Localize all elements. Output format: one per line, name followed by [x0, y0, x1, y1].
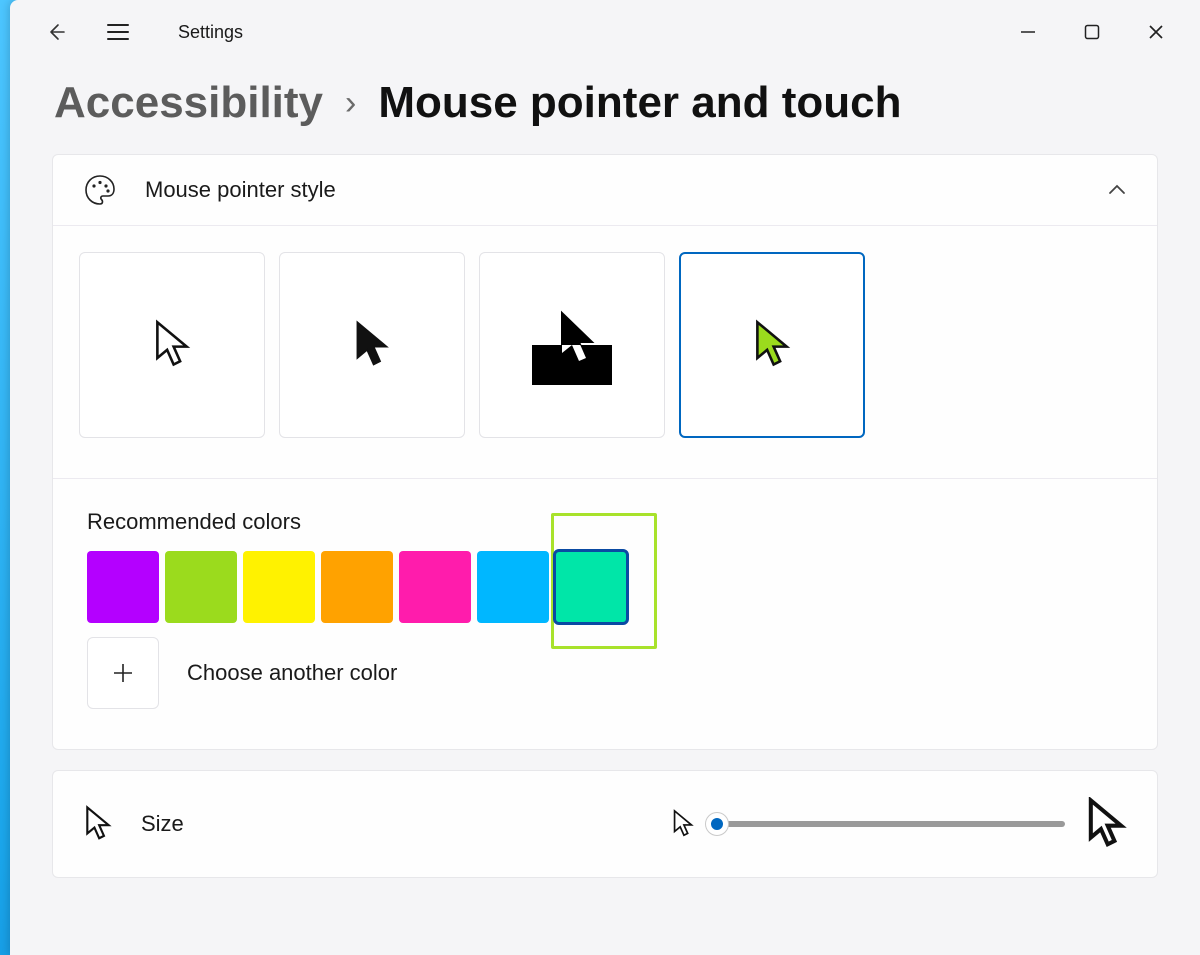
pointer-style-label: Mouse pointer style [145, 177, 336, 203]
pointer-style-header[interactable]: Mouse pointer style [53, 155, 1157, 225]
pointer-style-inverted[interactable] [479, 252, 665, 438]
size-slider-thumb[interactable] [706, 813, 728, 835]
color-swatch[interactable] [555, 551, 627, 623]
settings-window: Settings Accessibility › Mouse pointer a… [10, 0, 1200, 955]
pointer-style-options [53, 225, 1157, 478]
pointer-size-card: Size [52, 770, 1158, 878]
back-arrow-icon [46, 22, 66, 42]
breadcrumb: Accessibility › Mouse pointer and touch [10, 64, 1200, 154]
collapse-button[interactable] [1107, 183, 1127, 197]
chevron-up-icon [1107, 183, 1127, 197]
choose-color-label: Choose another color [187, 660, 397, 686]
pointer-style-white[interactable] [79, 252, 265, 438]
cursor-min-icon [671, 809, 695, 839]
choose-color-button[interactable] [87, 637, 159, 709]
chevron-right-icon: › [345, 84, 356, 123]
back-button[interactable] [36, 12, 76, 52]
cursor-white-icon [152, 319, 192, 371]
color-swatch[interactable] [477, 551, 549, 623]
size-label: Size [141, 811, 184, 837]
page-title: Mouse pointer and touch [378, 78, 901, 128]
titlebar: Settings [10, 0, 1200, 64]
color-swatch[interactable] [87, 551, 159, 623]
color-swatch[interactable] [321, 551, 393, 623]
cursor-custom-icon [752, 319, 792, 371]
breadcrumb-parent[interactable]: Accessibility [54, 78, 323, 128]
nav-menu-button[interactable] [98, 12, 138, 52]
recommended-colors-label: Recommended colors [87, 509, 1123, 535]
cursor-black-icon [352, 319, 392, 371]
cursor-small-icon [83, 805, 113, 843]
cursor-inverted-icon [512, 305, 632, 385]
cursor-max-icon [1085, 797, 1127, 851]
size-slider[interactable] [715, 821, 1065, 827]
color-swatch[interactable] [165, 551, 237, 623]
close-button[interactable] [1138, 14, 1174, 50]
pointer-style-custom[interactable] [679, 252, 865, 438]
recommended-colors-section: Recommended colors Choose another color [53, 478, 1157, 749]
palette-icon [83, 173, 117, 207]
plus-icon [111, 661, 135, 685]
app-title: Settings [178, 22, 243, 43]
pointer-style-black[interactable] [279, 252, 465, 438]
window-controls [1010, 14, 1192, 50]
color-swatch[interactable] [399, 551, 471, 623]
close-icon [1148, 24, 1164, 40]
maximize-button[interactable] [1074, 14, 1110, 50]
minimize-icon [1020, 24, 1036, 40]
maximize-icon [1084, 24, 1100, 40]
color-swatch-row [87, 551, 1123, 623]
hamburger-icon [107, 23, 129, 41]
color-swatch[interactable] [243, 551, 315, 623]
pointer-style-card: Mouse pointer style [52, 154, 1158, 750]
minimize-button[interactable] [1010, 14, 1046, 50]
